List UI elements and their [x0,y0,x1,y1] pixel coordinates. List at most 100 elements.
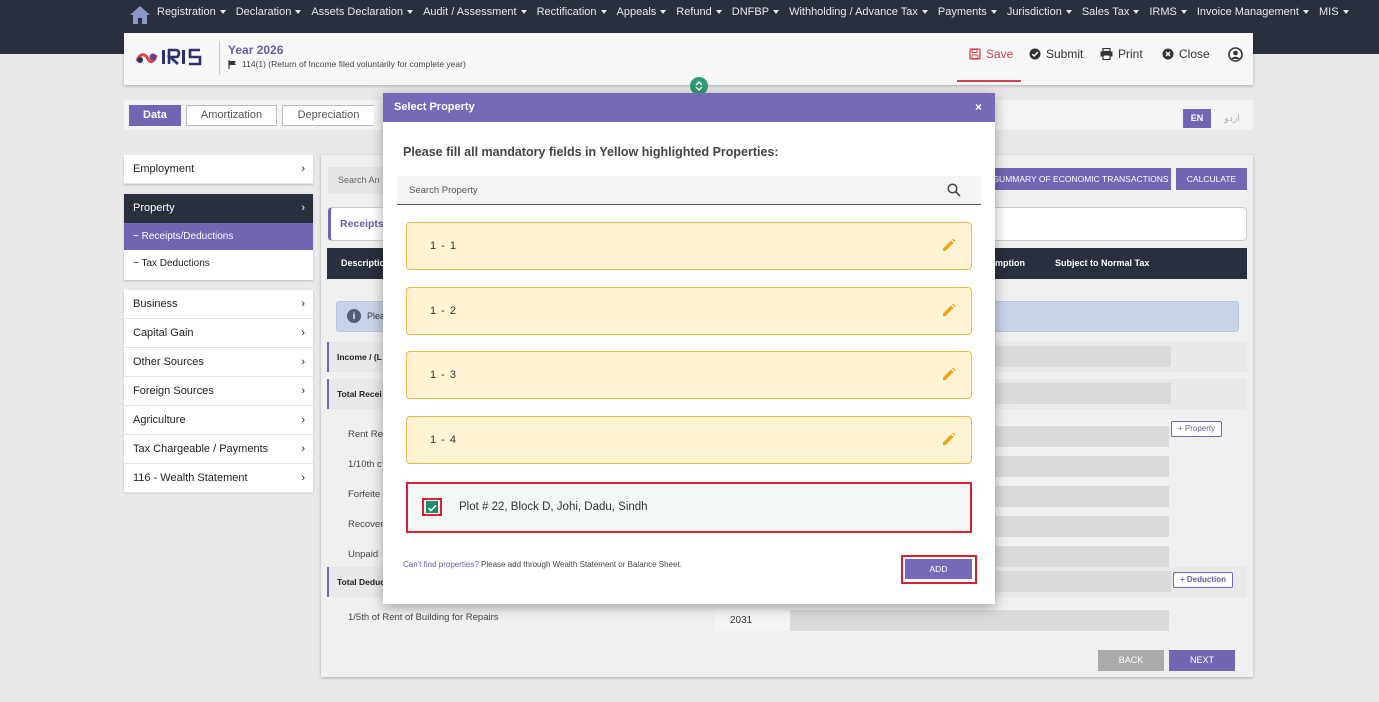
caret-down-icon [990,10,997,14]
checkmark-icon [427,504,437,512]
lang-en-button[interactable]: EN [1183,109,1211,128]
caret-down-icon [1342,10,1349,14]
sidebar-item-agriculture[interactable]: Agriculture › [124,406,313,435]
user-menu-button[interactable] [1228,47,1248,62]
tab-depreciation[interactable]: Depreciation [282,105,374,126]
sidebar-item-foreign-sources[interactable]: Foreign Sources › [124,377,313,406]
sidebar-subitem-receipts-deductions[interactable]: − Receipts/Deductions [124,223,313,250]
property-label: 1 - 2 [430,305,458,317]
logo-divider [219,41,220,75]
row-label: Rent Re [348,429,383,440]
search-amount-input[interactable]: Search An [328,167,388,194]
tax-year: Year 2026 [228,43,284,57]
save-button[interactable]: Save [969,47,1013,61]
modal-close-button[interactable]: × [975,93,982,122]
save-underline [957,80,1021,82]
nav-item-jurisdiction[interactable]: Jurisdiction [1007,6,1072,18]
add-deduction-button[interactable]: + Deduction [1173,572,1234,588]
nav-item-invoice-management[interactable]: Invoice Management [1197,6,1309,18]
sidebar-item-business[interactable]: Business › [124,290,313,319]
nav-item-payments[interactable]: Payments [938,6,997,18]
nav-item-audit[interactable]: Audit / Assessment [423,6,527,18]
nav-item-assets-declaration[interactable]: Assets Declaration [311,6,414,18]
home-icon[interactable] [128,4,152,26]
chevron-right-icon: › [301,202,305,214]
caret-down-icon [921,10,928,14]
caret-down-icon [295,10,302,14]
sidebar-group-property: Property › − Receipts/Deductions − Tax De… [124,194,313,280]
calculate-button[interactable]: CALCULATE [1176,168,1247,190]
chevron-right-icon: › [301,472,305,484]
nav-item-refund[interactable]: Refund [676,6,722,18]
iris-logo [135,48,202,66]
search-placeholder: Search Property [409,185,478,196]
flag-icon [228,59,236,69]
nav-item-dnfbp[interactable]: DNFBP [732,6,780,18]
checkbox-checked [426,501,438,513]
tab-data[interactable]: Data [129,105,181,126]
row-label: Forfeite [348,489,381,500]
add-property-button[interactable]: + Property [1171,421,1223,437]
back-button[interactable]: BACK [1098,650,1164,671]
property-item[interactable]: 1 - 1 [406,222,972,270]
nav-item-irms[interactable]: IRMS [1149,6,1187,18]
chevron-right-icon: › [301,385,305,397]
col-normal-tax: Subject to Normal Tax [1055,258,1150,268]
add-button[interactable]: ADD [905,559,972,579]
search-icon[interactable] [947,183,961,197]
pencil-icon[interactable] [941,367,956,382]
tab-amortization[interactable]: Amortization [186,105,277,126]
search-property-input[interactable]: Search Property [397,176,981,205]
lang-ur-button[interactable]: اردو [1216,109,1248,128]
nav-item-registration[interactable]: Registration [157,6,226,18]
summary-economic-transactions-button[interactable]: SUMMARY OF ECONOMIC TRANSACTIONS [991,168,1171,190]
cant-find-link[interactable]: Can't find properties? [403,560,479,569]
repairs-field[interactable] [715,610,1169,631]
caret-down-icon [219,10,226,14]
caret-down-icon [1180,10,1187,14]
sidebar-item-employment[interactable]: Employment › [124,155,313,184]
repairs-value: 2031 [730,615,753,626]
close-button[interactable]: Close [1162,47,1210,61]
sidebar-subitem-tax-deductions[interactable]: − Tax Deductions [124,250,313,277]
caret-down-icon [660,10,667,14]
sidebar-item-capital-gain[interactable]: Capital Gain › [124,319,313,348]
property-item[interactable]: 1 - 2 [406,287,972,335]
printer-icon [1100,48,1113,60]
col-description: Descriptio [341,258,386,268]
property-checkbox[interactable] [422,498,442,516]
property-label: 1 - 3 [430,369,458,381]
save-label: Save [986,47,1014,61]
caret-down-icon [1302,10,1309,14]
nav-item-mis[interactable]: MIS [1319,6,1349,18]
submit-button[interactable]: Submit [1029,47,1083,61]
sidebar-item-other-sources[interactable]: Other Sources › [124,348,313,377]
pencil-icon[interactable] [941,432,956,447]
nav-item-appeals[interactable]: Appeals [617,6,667,18]
sidebar-label: Property [133,202,175,214]
print-button[interactable]: Print [1100,47,1143,61]
modal-instruction: Please fill all mandatory fields in Yell… [403,145,779,159]
pencil-icon[interactable] [941,238,956,253]
nav-item-withholding[interactable]: Withholding / Advance Tax [789,6,928,18]
chevron-right-icon: › [301,298,305,310]
sidebar-item-property[interactable]: Property › [124,194,313,223]
nav-item-rectification[interactable]: Rectification [537,6,607,18]
property-item[interactable]: 1 - 4 [406,416,972,464]
next-button[interactable]: NEXT [1169,650,1235,671]
sidebar-sublabel: Receipts/Deductions [141,231,234,242]
pencil-icon[interactable] [941,303,956,318]
chevron-right-icon: › [301,163,305,175]
chevron-right-icon: › [301,356,305,368]
sidebar-item-tax-chargeable[interactable]: Tax Chargeable / Payments › [124,435,313,464]
property-item[interactable]: 1 - 3 [406,351,972,399]
return-type-label: 114(1) (Return of Income filed voluntari… [242,59,466,69]
sidebar-group-other: Business › Capital Gain › Other Sources › F… [124,290,313,493]
sidebar-label: Employment [133,163,195,175]
nav-item-sales-tax[interactable]: Sales Tax [1082,6,1140,18]
sidebar-item-wealth-statement[interactable]: 116 - Wealth Statement › [124,464,313,493]
add-button-highlight: ADD [901,555,977,584]
property-item-selected[interactable]: Plot # 22, Block D, Johi, Dadu, Sindh [406,482,972,533]
row-label: 1/5th of Rent of Building for Repairs [348,612,499,623]
nav-item-declaration[interactable]: Declaration [236,6,302,18]
